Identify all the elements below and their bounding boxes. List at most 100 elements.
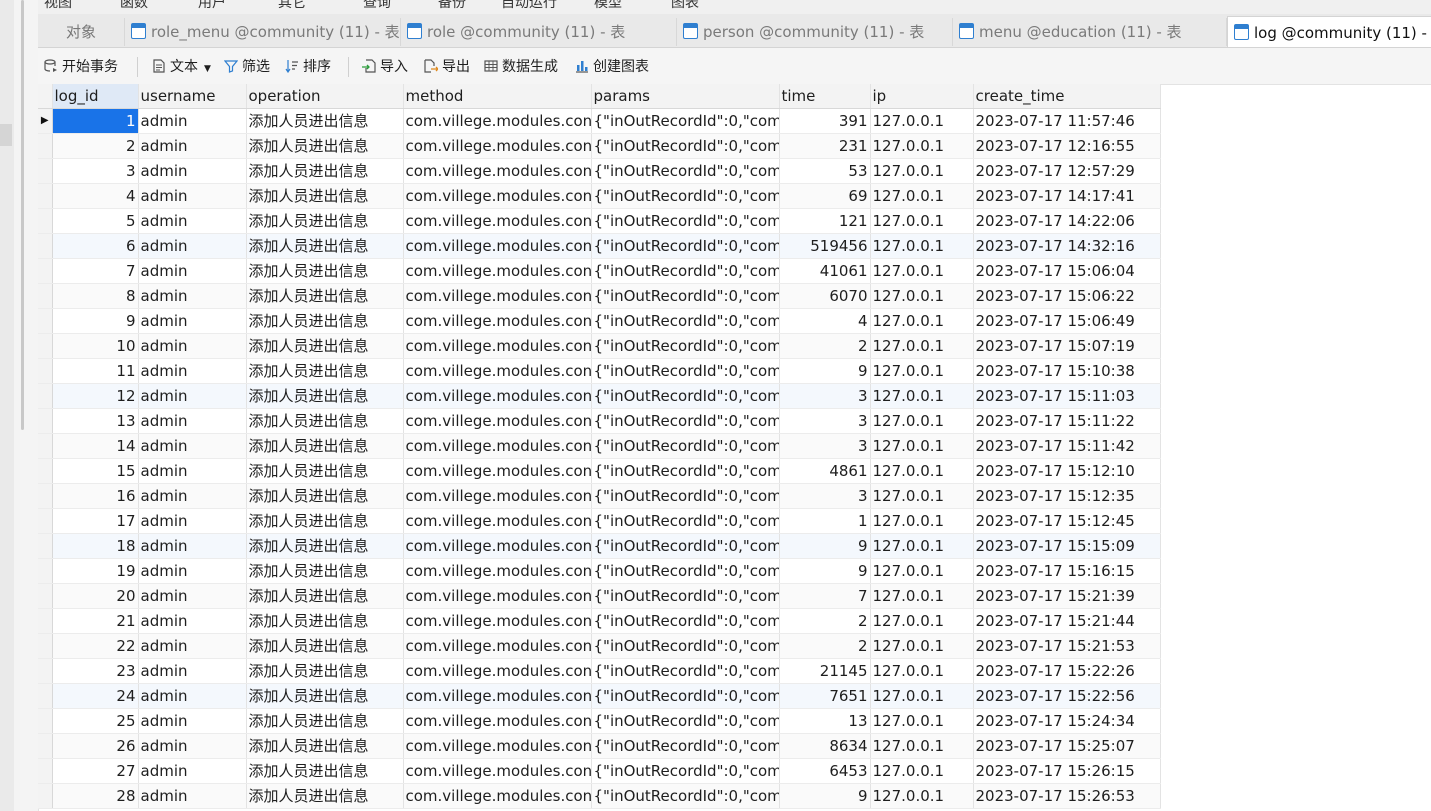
cell-log-id[interactable]: 15 — [52, 458, 139, 484]
cell-params[interactable]: {"inOutRecordId":0,"comm — [591, 158, 780, 184]
tab-menu[interactable]: menu @education (11) - 表 — [953, 18, 1227, 46]
row-indicator[interactable] — [38, 233, 53, 259]
table-row[interactable]: 27 admin 添加人员进出信息 com.villege.modules.con {"… — [38, 758, 1161, 784]
filter-button[interactable]: 筛选 — [224, 57, 270, 77]
row-indicator[interactable] — [38, 458, 53, 484]
cell-username[interactable]: admin — [138, 208, 247, 234]
cell-method[interactable]: com.villege.modules.con — [403, 533, 592, 559]
column-header-ip[interactable]: ip — [870, 84, 974, 109]
cell-time[interactable]: 21145 — [779, 658, 871, 684]
cell-create-time[interactable]: 2023-07-17 15:26:15 — [973, 758, 1161, 784]
table-row[interactable]: 13 admin 添加人员进出信息 com.villege.modules.con {"… — [38, 408, 1161, 434]
cell-username[interactable]: admin — [138, 383, 247, 409]
cell-username[interactable]: admin — [138, 158, 247, 184]
table-row[interactable]: 21 admin 添加人员进出信息 com.villege.modules.con {"… — [38, 608, 1161, 634]
cell-create-time[interactable]: 2023-07-17 15:25:07 — [973, 733, 1161, 759]
cell-ip[interactable]: 127.0.0.1 — [870, 558, 974, 584]
cell-ip[interactable]: 127.0.0.1 — [870, 308, 974, 334]
cell-log-id[interactable]: 14 — [52, 433, 139, 459]
cell-ip[interactable]: 127.0.0.1 — [870, 733, 974, 759]
cell-username[interactable]: admin — [138, 708, 247, 734]
current-row-indicator-icon[interactable]: ▶ — [38, 108, 53, 134]
cell-time[interactable]: 519456 — [779, 233, 871, 259]
table-row[interactable]: 23 admin 添加人员进出信息 com.villege.modules.con {"… — [38, 658, 1161, 684]
table-row[interactable]: 18 admin 添加人员进出信息 com.villege.modules.con {"… — [38, 533, 1161, 559]
cell-create-time[interactable]: 2023-07-17 15:24:34 — [973, 708, 1161, 734]
row-indicator[interactable] — [38, 558, 53, 584]
row-indicator[interactable] — [38, 708, 53, 734]
cell-operation[interactable]: 添加人员进出信息 — [246, 533, 404, 559]
cell-time[interactable]: 2 — [779, 608, 871, 634]
cell-time[interactable]: 7 — [779, 583, 871, 609]
cell-username[interactable]: admin — [138, 358, 247, 384]
table-row[interactable]: 11 admin 添加人员进出信息 com.villege.modules.con {"… — [38, 358, 1161, 384]
cell-log-id[interactable]: 13 — [52, 408, 139, 434]
row-indicator[interactable] — [38, 633, 53, 659]
cell-username[interactable]: admin — [138, 283, 247, 309]
cell-params[interactable]: {"inOutRecordId":0,"comm — [591, 358, 780, 384]
cell-params[interactable]: {"inOutRecordId":0,"comm — [591, 733, 780, 759]
cell-time[interactable]: 9 — [779, 358, 871, 384]
cell-method[interactable]: com.villege.modules.con — [403, 283, 592, 309]
cell-username[interactable]: admin — [138, 533, 247, 559]
cell-operation[interactable]: 添加人员进出信息 — [246, 308, 404, 334]
cell-ip[interactable]: 127.0.0.1 — [870, 758, 974, 784]
cell-operation[interactable]: 添加人员进出信息 — [246, 158, 404, 184]
column-header-method[interactable]: method — [403, 84, 592, 109]
cell-method[interactable]: com.villege.modules.con — [403, 683, 592, 709]
row-indicator[interactable] — [38, 583, 53, 609]
cell-operation[interactable]: 添加人员进出信息 — [246, 458, 404, 484]
cell-params[interactable]: {"inOutRecordId":0,"comm — [591, 633, 780, 659]
column-header-log-id[interactable]: log_id — [52, 84, 139, 109]
cell-create-time[interactable]: 2023-07-17 15:26:53 — [973, 783, 1161, 809]
cell-create-time[interactable]: 2023-07-17 14:17:41 — [973, 183, 1161, 209]
cell-method[interactable]: com.villege.modules.con — [403, 333, 592, 359]
cell-params[interactable]: {"inOutRecordId":0,"comm — [591, 533, 780, 559]
row-indicator[interactable] — [38, 183, 53, 209]
table-row[interactable]: 14 admin 添加人员进出信息 com.villege.modules.con {"… — [38, 433, 1161, 459]
cell-operation[interactable]: 添加人员进出信息 — [246, 383, 404, 409]
create-chart-button[interactable]: 创建图表 — [575, 57, 649, 77]
table-row[interactable]: 10 admin 添加人员进出信息 com.villege.modules.con {"… — [38, 333, 1161, 359]
table-row[interactable]: 26 admin 添加人员进出信息 com.villege.modules.con {"… — [38, 733, 1161, 759]
cell-time[interactable]: 2 — [779, 633, 871, 659]
cell-log-id[interactable]: 16 — [52, 483, 139, 509]
row-indicator[interactable] — [38, 333, 53, 359]
cell-create-time[interactable]: 2023-07-17 12:16:55 — [973, 133, 1161, 159]
cell-params[interactable]: {"inOutRecordId":0,"comm — [591, 608, 780, 634]
table-row[interactable]: 3 admin 添加人员进出信息 com.villege.modules.con {"i… — [38, 158, 1161, 184]
table-row[interactable]: 20 admin 添加人员进出信息 com.villege.modules.con {"… — [38, 583, 1161, 609]
table-row[interactable]: 9 admin 添加人员进出信息 com.villege.modules.con {"i… — [38, 308, 1161, 334]
row-indicator[interactable] — [38, 433, 53, 459]
cell-create-time[interactable]: 2023-07-17 15:06:49 — [973, 308, 1161, 334]
cell-params[interactable]: {"inOutRecordId":0,"comm — [591, 558, 780, 584]
cell-username[interactable]: admin — [138, 458, 247, 484]
cell-username[interactable]: admin — [138, 658, 247, 684]
cell-params[interactable]: {"inOutRecordId":0,"comm — [591, 483, 780, 509]
menu-item[interactable]: 自动运行 — [501, 0, 557, 12]
cell-params[interactable]: {"inOutRecordId":0,"comm — [591, 433, 780, 459]
cell-log-id[interactable]: 10 — [52, 333, 139, 359]
table-row[interactable]: 7 admin 添加人员进出信息 com.villege.modules.con {"i… — [38, 258, 1161, 284]
cell-time[interactable]: 4 — [779, 308, 871, 334]
cell-username[interactable]: admin — [138, 558, 247, 584]
cell-create-time[interactable]: 2023-07-17 15:15:09 — [973, 533, 1161, 559]
cell-create-time[interactable]: 2023-07-17 15:06:22 — [973, 283, 1161, 309]
cell-ip[interactable]: 127.0.0.1 — [870, 258, 974, 284]
cell-username[interactable]: admin — [138, 433, 247, 459]
cell-method[interactable]: com.villege.modules.con — [403, 458, 592, 484]
cell-log-id[interactable]: 8 — [52, 283, 139, 309]
cell-params[interactable]: {"inOutRecordId":0,"comm — [591, 658, 780, 684]
cell-ip[interactable]: 127.0.0.1 — [870, 208, 974, 234]
cell-method[interactable]: com.villege.modules.con — [403, 658, 592, 684]
cell-params[interactable]: {"inOutRecordId":0,"comm — [591, 458, 780, 484]
menu-item[interactable]: 用户 — [198, 0, 226, 12]
column-header-username[interactable]: username — [138, 84, 247, 109]
table-row[interactable]: 24 admin 添加人员进出信息 com.villege.modules.con {"… — [38, 683, 1161, 709]
row-indicator[interactable] — [38, 358, 53, 384]
column-header-create-time[interactable]: create_time — [973, 84, 1161, 109]
cell-create-time[interactable]: 2023-07-17 15:21:44 — [973, 608, 1161, 634]
cell-params[interactable]: {"inOutRecordId":0,"comm — [591, 108, 780, 134]
cell-operation[interactable]: 添加人员进出信息 — [246, 508, 404, 534]
cell-method[interactable]: com.villege.modules.con — [403, 183, 592, 209]
